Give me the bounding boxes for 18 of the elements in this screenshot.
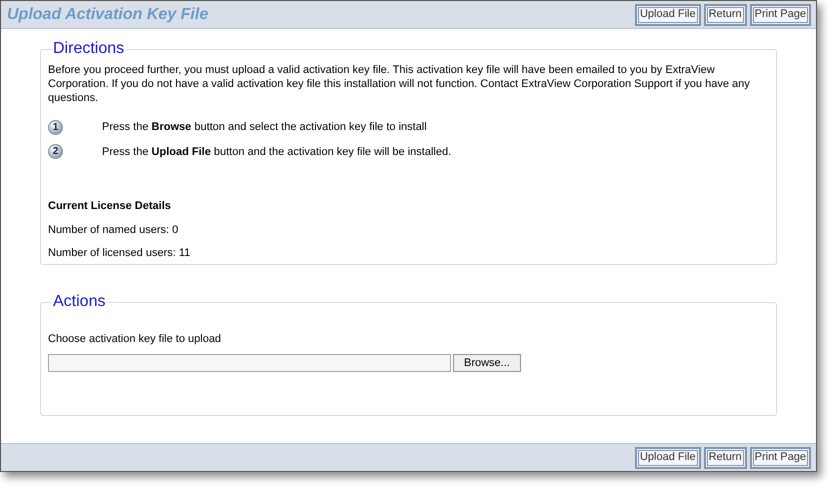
step-number-icon: 1	[48, 120, 63, 135]
file-path-field[interactable]	[48, 354, 451, 372]
toolbar-button[interactable]: Return	[704, 4, 747, 26]
step-text: Press the Upload File button and the activation key file will be installed.	[102, 144, 452, 160]
field-label: Choose activation key file to upload	[48, 332, 222, 347]
toolbar-button[interactable]: Upload File	[634, 4, 701, 26]
toolbar-button[interactable]: Upload File	[634, 446, 701, 468]
toolbar-button[interactable]: Print Page	[750, 4, 811, 26]
page-title: Upload Activation Key File	[7, 4, 208, 24]
step-number-icon: 2	[48, 144, 63, 160]
browse-button[interactable]: Browse...	[453, 354, 521, 372]
toolbar-button[interactable]: Return	[704, 446, 747, 468]
license-detail: Number of licensed users: 11	[48, 246, 192, 261]
license-detail: Number of named users: 0	[48, 222, 180, 238]
license-heading: Current License Details	[48, 199, 172, 214]
toolbar-button[interactable]: Print Page	[750, 446, 811, 468]
step-text: Press the Browse button and select the activation key file to install	[102, 120, 427, 135]
intro-paragraph: Before you proceed further, you must upload a valid activation key file. This activation key file will have been emailed to you by ExtraView Corporation. If you do not have a valid activation key file this installation will not function. Contact ExtraView Corporation Support if you have any questions.	[48, 63, 751, 105]
